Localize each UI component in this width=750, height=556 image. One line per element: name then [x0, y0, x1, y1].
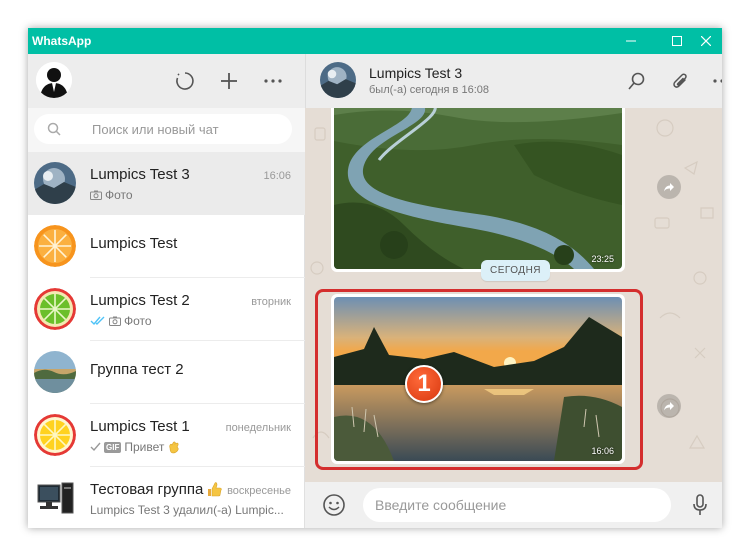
sunset-lake-image: [334, 297, 622, 461]
gif-badge: GIF: [104, 441, 122, 453]
message-time: 23:25: [591, 254, 614, 264]
chat-item-lumpics-test-3[interactable]: Lumpics Test 3 16:06 Фото: [28, 152, 305, 215]
chat-preview-text: Привет: [124, 440, 165, 454]
avatar: [34, 162, 76, 204]
chat-preview-text: Фото: [124, 314, 152, 328]
landscape-avatar-icon: [34, 351, 76, 393]
my-avatar[interactable]: [36, 62, 72, 98]
chat-preview-text: Lumpics Test 3 удалил(-а) Lumpic...: [90, 503, 284, 517]
image-message[interactable]: 16:06: [331, 294, 625, 464]
message-time: 16:06: [591, 446, 614, 456]
status-button[interactable]: [172, 68, 198, 94]
camera-icon: [90, 190, 102, 200]
chat-name: Тестовая группа: [90, 481, 204, 498]
nature-avatar-icon: [320, 62, 356, 98]
menu-icon: [713, 79, 722, 83]
waving-hand-emoji-icon: [169, 441, 179, 454]
orange-slice-avatar-icon: [34, 225, 76, 267]
left-header: [28, 54, 305, 108]
forward-button[interactable]: [657, 175, 681, 199]
nature-avatar-icon: [34, 162, 76, 204]
lemon-slice-avatar-icon: [34, 414, 76, 456]
message-area[interactable]: 23:25 СЕГОДНЯ 16:06 1: [305, 108, 722, 482]
close-icon: [701, 36, 711, 46]
chat-item-testovaya-gruppa[interactable]: Тестовая группа воскресенье Lumpics Test…: [28, 467, 305, 528]
day-separator: СЕГОДНЯ: [481, 260, 551, 281]
double-check-icon: [90, 316, 105, 326]
contact-status: был(-а) сегодня в 16:08: [369, 84, 489, 96]
contact-name: Lumpics Test 3: [369, 65, 463, 81]
app-title: WhatsApp: [32, 34, 92, 48]
new-chat-button[interactable]: [216, 68, 242, 94]
chat-name: Lumpics Test 2: [90, 292, 190, 309]
close-button[interactable]: [690, 28, 722, 54]
chat-time: 16:06: [263, 170, 291, 182]
step-marker: 1: [405, 365, 443, 403]
new-chat-icon: [221, 73, 237, 89]
search-messages-button[interactable]: [624, 68, 650, 94]
microphone-icon: [693, 494, 707, 515]
message-composer: [305, 482, 722, 528]
search-box: [34, 114, 292, 144]
lime-slice-avatar-icon: [34, 288, 76, 330]
emoji-icon: [323, 494, 345, 516]
message-input[interactable]: [363, 488, 671, 522]
chat-name: Lumpics Test 1: [90, 418, 190, 435]
chat-name: Lumpics Test 3: [90, 166, 190, 183]
chat-preview: Фото: [90, 188, 133, 202]
sunset-lake-photo[interactable]: 16:06: [334, 297, 622, 461]
chat-time: вторник: [251, 296, 291, 308]
forward-icon: [664, 402, 674, 411]
forward-icon: [664, 183, 674, 192]
contact-avatar[interactable]: [320, 62, 356, 98]
chat-item-lumpics-test-1[interactable]: Lumpics Test 1 понедельник GIF Привет: [28, 404, 305, 467]
avatar: [34, 225, 76, 267]
chat-item-lumpics-test-2[interactable]: Lumpics Test 2 вторник Фото: [28, 278, 305, 341]
river-landscape-image: [334, 108, 622, 269]
conversation-menu-button[interactable]: [709, 68, 722, 94]
search-input[interactable]: [92, 114, 282, 144]
title-bar: WhatsApp: [28, 28, 722, 54]
chat-preview-text: Фото: [105, 188, 133, 202]
camera-icon: [109, 316, 121, 326]
search-bar: [28, 108, 305, 152]
avatar: [34, 477, 76, 519]
chat-item-gruppa-test-2[interactable]: Группа тест 2: [28, 341, 305, 404]
status-icon: [176, 72, 194, 90]
chat-time: понедельник: [225, 422, 291, 434]
chat-preview: Lumpics Test 3 удалил(-а) Lumpic...: [90, 503, 284, 517]
river-landscape-photo[interactable]: 23:25: [334, 108, 622, 269]
menu-button[interactable]: [260, 68, 286, 94]
chat-list-panel: Lumpics Test 3 16:06 Фото: [28, 54, 305, 528]
image-message[interactable]: 23:25: [331, 108, 625, 272]
minimize-icon: [626, 40, 636, 42]
computer-avatar-icon: [34, 477, 76, 519]
avatar: [34, 288, 76, 330]
chat-name: Группа тест 2: [90, 361, 184, 378]
emoji-button[interactable]: [321, 492, 347, 518]
chat-preview: GIF Привет: [90, 440, 181, 454]
maximize-icon: [672, 36, 682, 46]
chat-preview: Фото: [90, 314, 152, 328]
thumbs-up-emoji-icon: [208, 482, 222, 497]
chat-item-lumpics-test[interactable]: Lumpics Test: [28, 215, 305, 278]
chat-list: Lumpics Test 3 16:06 Фото Lumpics Test L…: [28, 152, 305, 528]
forward-button[interactable]: [657, 394, 681, 418]
menu-icon: [264, 79, 282, 83]
microphone-button[interactable]: [687, 492, 713, 518]
chat-name: Lumpics Test: [90, 235, 178, 252]
conversation-panel: Lumpics Test 3 был(-а) сегодня в 16:08 2…: [305, 54, 722, 528]
check-icon: [90, 442, 101, 452]
minimize-button[interactable]: [608, 28, 654, 54]
avatar: [34, 414, 76, 456]
avatar: [34, 351, 76, 393]
search-icon: [47, 122, 61, 136]
conversation-header[interactable]: Lumpics Test 3 был(-а) сегодня в 16:08: [305, 54, 722, 108]
search-icon: [628, 72, 645, 90]
whatsapp-window: WhatsApp Поиск или новый чат Lumpics Tes…: [28, 28, 722, 528]
attach-button[interactable]: [668, 68, 694, 94]
user-silhouette-icon: [36, 62, 72, 98]
chat-time: воскресенье: [227, 485, 291, 497]
attach-icon: [673, 73, 687, 88]
